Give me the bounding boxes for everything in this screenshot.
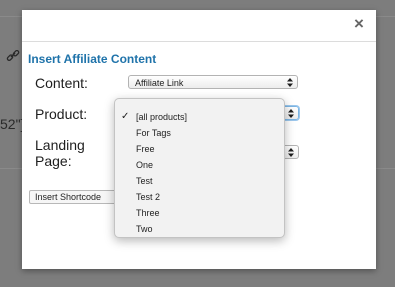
content-label: Content:: [35, 75, 88, 91]
updown-arrows-icon: [288, 107, 294, 120]
dropdown-option[interactable]: One: [115, 157, 284, 173]
dropdown-option[interactable]: Test 2: [115, 189, 284, 205]
updown-arrows-icon: [288, 146, 294, 159]
modal-title: Insert Affiliate Content: [28, 52, 157, 66]
dropdown-option[interactable]: For Tags: [115, 125, 284, 141]
dropdown-option-label: [all products]: [136, 112, 188, 122]
updown-arrows-icon: [287, 76, 293, 89]
modal-header-divider: [22, 41, 376, 42]
dropdown-option[interactable]: Three: [115, 205, 284, 221]
landing-label-line: Landing: [35, 137, 85, 153]
insert-shortcode-button[interactable]: Insert Shortcode: [29, 190, 118, 204]
link-icon: [6, 49, 22, 62]
landing-page-label: Landing Page:: [35, 137, 85, 169]
dropdown-option[interactable]: Test: [115, 173, 284, 189]
dropdown-option[interactable]: Two: [115, 221, 284, 237]
product-dropdown-menu: ✓ [all products] For Tags Free One Test …: [114, 98, 285, 238]
dropdown-option[interactable]: Free: [115, 141, 284, 157]
product-label: Product:: [35, 106, 88, 122]
dropdown-option-all-products[interactable]: ✓ [all products]: [115, 109, 284, 125]
content-select[interactable]: Affiliate Link: [128, 75, 298, 89]
close-icon[interactable]: ×: [351, 15, 367, 32]
landing-label-line: Page:: [35, 153, 72, 169]
background-partial-text: 52"]: [0, 116, 25, 132]
checkmark-icon: ✓: [121, 111, 130, 122]
content-select-value: Affiliate Link: [135, 78, 184, 88]
